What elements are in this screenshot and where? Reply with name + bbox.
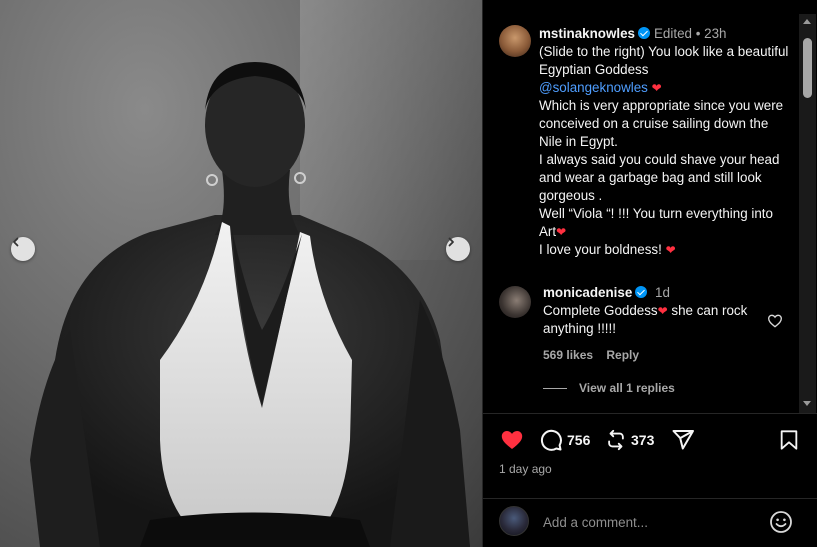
comments-count: 756 bbox=[567, 432, 591, 448]
panel-top-edge bbox=[483, 0, 817, 14]
next-slide-button[interactable] bbox=[446, 237, 470, 261]
comment-time[interactable]: 1d bbox=[655, 285, 670, 300]
edited-label: Edited bbox=[654, 26, 692, 41]
scroll-up-arrow-icon[interactable] bbox=[803, 19, 811, 24]
scroll-down-arrow-icon[interactable] bbox=[803, 401, 811, 406]
smiley-face-icon bbox=[770, 511, 792, 533]
comments-scrollbar[interactable] bbox=[799, 14, 816, 413]
author-username[interactable]: mstinaknowles bbox=[539, 26, 635, 41]
post-caption: mstinaknowles Edited • 23h (Slide to the … bbox=[539, 25, 789, 259]
previous-slide-button[interactable] bbox=[11, 237, 35, 261]
commenter-username[interactable]: monicadenise bbox=[543, 285, 632, 300]
comment-button[interactable]: 756 bbox=[539, 428, 590, 452]
comment-actions: 569 likes Reply bbox=[543, 348, 639, 362]
comment-item: monicadenise 1d Complete Goddess❤ she ca… bbox=[543, 284, 773, 338]
red-heart-emoji-icon: ❤ bbox=[657, 304, 668, 318]
red-heart-emoji-icon: ❤ bbox=[556, 225, 567, 239]
view-replies-label: View all 1 replies bbox=[579, 381, 675, 395]
portrait-image bbox=[30, 0, 482, 547]
like-button[interactable] bbox=[499, 428, 525, 452]
emoji-button[interactable] bbox=[769, 510, 793, 539]
post-photo bbox=[0, 0, 482, 547]
verified-badge-icon bbox=[638, 27, 650, 39]
chevron-left-icon bbox=[13, 237, 19, 247]
share-button[interactable] bbox=[671, 428, 695, 452]
save-button[interactable] bbox=[778, 428, 800, 452]
bookmark-icon bbox=[780, 430, 798, 450]
caption-line-4: Well “Viola “! !!! You turn everything i… bbox=[539, 206, 773, 239]
comment-composer bbox=[483, 498, 817, 547]
comment-text-start: Complete Goddess bbox=[543, 303, 658, 318]
post-time[interactable]: 23h bbox=[704, 26, 726, 41]
caption-line-1: (Slide to the right) You look like a bea… bbox=[539, 44, 789, 77]
post-side-panel: mstinaknowles Edited • 23h (Slide to the … bbox=[482, 0, 817, 547]
send-paper-plane-icon bbox=[672, 430, 694, 450]
post-age[interactable]: 1 day ago bbox=[499, 462, 552, 476]
view-replies-button[interactable]: View all 1 replies bbox=[543, 381, 675, 395]
comments-list[interactable]: mstinaknowles Edited • 23h (Slide to the … bbox=[483, 14, 799, 413]
caption-line-3: I always said you could shave your head … bbox=[539, 152, 780, 203]
caption-line-5: I love your boldness! bbox=[539, 242, 662, 257]
action-bar: 756 373 bbox=[499, 428, 804, 454]
verified-badge-icon bbox=[635, 286, 648, 298]
red-heart-emoji-icon: ❤ bbox=[651, 81, 662, 95]
post-actions-section: 756 373 1 day ago bbox=[483, 413, 817, 547]
comment-likes[interactable]: 569 likes bbox=[543, 348, 593, 362]
chevron-right-icon bbox=[448, 237, 454, 247]
mention-link[interactable]: @solangeknowles bbox=[539, 80, 648, 95]
reply-button[interactable]: Reply bbox=[606, 348, 639, 362]
commenter-avatar[interactable] bbox=[499, 286, 531, 318]
author-avatar[interactable] bbox=[499, 25, 531, 57]
comment-bubble-icon bbox=[540, 429, 562, 451]
replies-divider bbox=[543, 387, 567, 389]
heart-filled-icon bbox=[501, 431, 523, 449]
current-user-avatar bbox=[499, 506, 529, 536]
scrollbar-thumb[interactable] bbox=[803, 38, 812, 98]
like-comment-button[interactable] bbox=[767, 313, 783, 329]
add-comment-input[interactable] bbox=[543, 511, 753, 533]
caption-line-2: Which is very appropriate since you were… bbox=[539, 98, 784, 149]
repost-icon bbox=[608, 429, 624, 451]
red-heart-emoji-icon: ❤ bbox=[665, 243, 676, 257]
repost-button[interactable]: 373 bbox=[605, 428, 654, 452]
reposts-count: 373 bbox=[631, 432, 655, 448]
heart-outline-icon bbox=[767, 314, 783, 328]
meta-separator: • bbox=[695, 26, 701, 41]
